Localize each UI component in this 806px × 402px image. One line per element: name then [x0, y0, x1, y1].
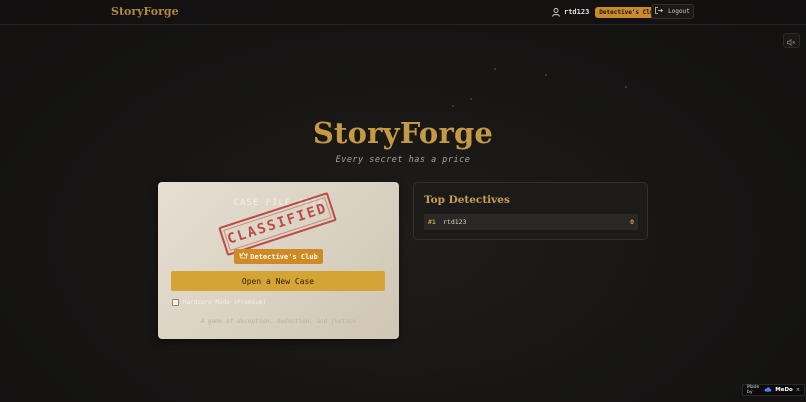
close-icon[interactable]: × — [796, 387, 800, 393]
leaderboard-rank: #1 — [428, 218, 436, 226]
leaderboard-panel: Top Detectives #1 rtd123 0 — [413, 182, 648, 240]
logout-label: Logout — [668, 8, 690, 15]
brand-logo[interactable]: StoryForge — [111, 5, 179, 18]
hero-title: StoryForge — [312, 116, 494, 150]
sound-toggle-button[interactable] — [783, 33, 800, 48]
hardcore-mode-option[interactable]: Hardcore Mode (Premium) — [172, 298, 266, 307]
made-with-brand: MeDo — [775, 387, 793, 393]
leaderboard-row: #1 rtd123 0 — [424, 214, 638, 230]
leaderboard-name: rtd123 — [443, 218, 467, 226]
made-with-prefix: Made by — [747, 385, 760, 395]
case-file-card: CASE FILE #7?? CLASSIFIED Detective's Cl… — [158, 182, 399, 339]
badge-label: Detective's Club — [250, 252, 318, 261]
username: rtd123 — [564, 8, 590, 16]
cloud-logo-icon — [764, 386, 772, 394]
background-speck — [545, 74, 547, 76]
volume-muted-icon — [787, 31, 796, 50]
top-navigation-bar: StoryForge rtd123 Detective's Club Logou… — [0, 0, 806, 25]
hardcore-mode-checkbox[interactable] — [172, 299, 179, 306]
open-new-case-button[interactable]: Open a New Case — [171, 271, 385, 291]
game-tagline: A game of deception, deduction, and just… — [200, 318, 357, 325]
hero-subtitle: Every secret has a price — [335, 155, 471, 165]
detectives-club-badge: Detective's Club — [234, 249, 323, 264]
leaderboard-title: Top Detectives — [424, 194, 510, 206]
crown-icon — [239, 252, 248, 261]
background-speck — [452, 105, 454, 107]
leaderboard-score: 0 — [630, 218, 634, 226]
background-speck — [494, 68, 496, 70]
background-speck — [470, 98, 472, 100]
background-speck — [625, 86, 627, 88]
user-icon — [552, 7, 560, 17]
made-with-badge[interactable]: Made by MeDo × — [742, 384, 805, 396]
user-info: rtd123 Detective's Club — [552, 6, 662, 18]
hardcore-mode-label[interactable]: Hardcore Mode (Premium) — [183, 299, 266, 306]
logout-button[interactable]: Logout — [651, 4, 694, 19]
logout-icon — [655, 7, 664, 16]
case-file-label: CASE FILE #7?? — [233, 198, 324, 208]
